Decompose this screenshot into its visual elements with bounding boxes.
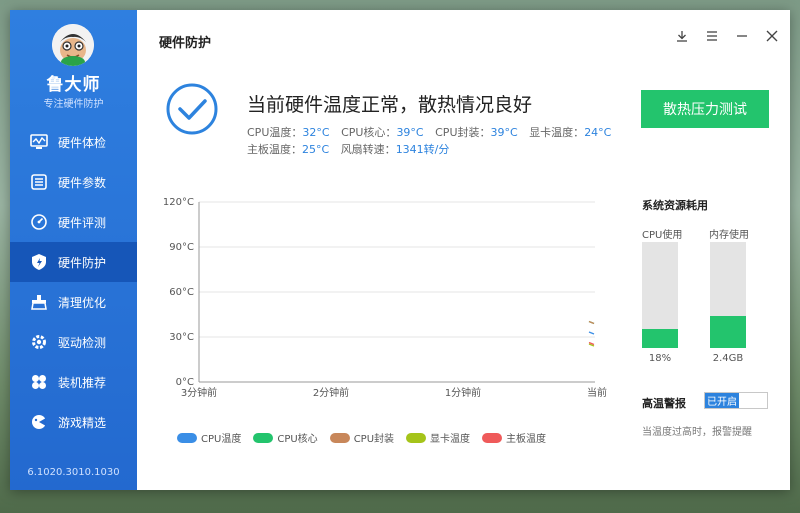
legend-item: 主板温度 (482, 430, 546, 445)
status-headline: 当前硬件温度正常，散热情况良好 (247, 94, 533, 116)
legend-label: CPU温度 (201, 434, 242, 445)
sidebar-item-label: 硬件参数 (58, 175, 107, 190)
monitor-icon (30, 133, 48, 151)
gpu-temp-label: 显卡温度： (529, 126, 585, 139)
app-window: 鲁大师 专注硬件防护 硬件体检 硬件参数 硬件评测 硬件防护 清理优化 驱动检测… (10, 10, 790, 490)
sidebar-item-label: 硬件评测 (58, 215, 107, 230)
sidebar-item-build-recommend[interactable]: 装机推荐 (10, 362, 137, 402)
series-line (588, 331, 595, 335)
speedometer-icon (30, 213, 48, 231)
shield-icon (30, 253, 48, 271)
legend-item: 显卡温度 (406, 430, 470, 445)
cpu-package-label: CPU封装： (435, 126, 491, 139)
sidebar-item-label: 清理优化 (58, 295, 107, 310)
series-line (588, 320, 595, 325)
fan-speed-label: 风扇转速： (340, 143, 396, 156)
broom-icon (30, 293, 48, 311)
mem-usage-fill (710, 316, 746, 348)
stress-test-button[interactable]: 散热压力测试 (641, 90, 769, 128)
cpu-temp-value: 32°C (302, 126, 330, 139)
legend-swatch (177, 432, 197, 443)
legend-label: CPU封装 (353, 434, 395, 445)
cpu-usage-value: 18% (648, 353, 672, 364)
cpu-package-value: 39°C (490, 126, 518, 139)
sidebar-item-games[interactable]: 游戏精选 (10, 402, 137, 442)
menu-icon[interactable] (704, 28, 720, 44)
download-icon[interactable] (674, 28, 690, 44)
status-line-1: CPU温度：32°C CPU核心：39°C CPU封装：39°C 显卡温度：24… (247, 124, 619, 140)
legend-swatch (329, 432, 350, 443)
alarm-toggle[interactable]: 已开启 (704, 392, 768, 409)
legend-label: 主板温度 (506, 434, 547, 445)
list-icon (30, 173, 48, 191)
y-tick-label: 0°C (176, 377, 194, 388)
sidebar: 鲁大师 专注硬件防护 硬件体检 硬件参数 硬件评测 硬件防护 清理优化 驱动检测… (10, 10, 137, 490)
gamepad-icon (30, 413, 48, 431)
y-tick-label: 90°C (169, 242, 194, 253)
sidebar-item-label: 装机推荐 (58, 375, 107, 390)
brand-slogan: 专注硬件防护 (43, 99, 104, 110)
window-controls (674, 28, 780, 44)
legend-item: CPU封装 (329, 430, 395, 445)
cpu-usage-label: CPU使用 (642, 230, 683, 241)
legend-swatch (253, 432, 274, 443)
x-tick-label: 1分钟前 (445, 386, 481, 399)
status-line-2: 主板温度：25°C 风扇转速：1341转/分 (247, 141, 457, 157)
avatar[interactable] (52, 24, 94, 66)
mem-usage-label: 内存使用 (709, 230, 749, 241)
legend-swatch (482, 432, 503, 443)
legend-swatch (406, 432, 427, 443)
cpu-usage-bar (642, 242, 678, 348)
sidebar-nav: 硬件体检 硬件参数 硬件评测 硬件防护 清理优化 驱动检测 装机推荐 游戏精选 (10, 122, 137, 442)
sidebar-item-label: 游戏精选 (58, 415, 107, 430)
cpu-core-label: CPU核心： (341, 126, 397, 139)
fan-speed-value: 1341转/分 (395, 143, 450, 156)
page-title: 硬件防护 (159, 36, 212, 51)
sidebar-item-cleanup[interactable]: 清理优化 (10, 282, 137, 322)
x-tick-label: 当前 (587, 386, 607, 399)
mem-usage-value: 2.4GB (712, 353, 744, 364)
sidebar-item-hardware-benchmark[interactable]: 硬件评测 (10, 202, 137, 242)
sidebar-item-hardware-params[interactable]: 硬件参数 (10, 162, 137, 202)
alarm-note: 当温度过高时，报警提醒 (642, 427, 752, 438)
cpu-core-value: 39°C (396, 126, 424, 139)
resource-title: 系统资源耗用 (642, 199, 708, 212)
brand-name: 鲁大师 (46, 75, 101, 95)
sidebar-item-hardware-protection[interactable]: 硬件防护 (10, 242, 137, 282)
board-temp-value: 25°C (302, 143, 330, 156)
fan-icon (30, 373, 48, 391)
legend-label: CPU核心 (277, 434, 318, 445)
high-temp-alarm-label: 高温警报 (642, 397, 686, 410)
sidebar-item-label: 硬件体检 (58, 135, 107, 150)
temperature-chart: 120°C 90°C 60°C 30°C 0°C 3分钟前 2分钟前 1分钟前 当前 (159, 192, 611, 406)
y-tick-label: 120°C (163, 197, 194, 208)
mem-usage-bar (710, 242, 746, 348)
main-panel: 硬件防护 当前硬件温度正常，散热情况良好 CPU温度：32°C CPU核心：39… (137, 10, 790, 490)
x-tick-label: 3分钟前 (181, 386, 217, 399)
legend-label: 显卡温度 (430, 434, 471, 445)
check-circle-icon (165, 82, 219, 136)
legend-item: CPU温度 (177, 430, 241, 445)
sidebar-item-label: 驱动检测 (58, 335, 107, 350)
alarm-toggle-on-label: 已开启 (705, 393, 739, 408)
cpu-usage-fill (642, 328, 678, 348)
sidebar-item-hardware-check[interactable]: 硬件体检 (10, 122, 137, 162)
y-tick-label: 30°C (169, 332, 194, 343)
gpu-temp-value: 24°C (584, 126, 612, 139)
chart-legend: CPU温度 CPU核心 CPU封装 显卡温度 主板温度 (177, 430, 546, 445)
sidebar-item-driver-check[interactable]: 驱动检测 (10, 322, 137, 362)
sidebar-item-label: 硬件防护 (58, 255, 107, 270)
minimize-icon[interactable] (734, 28, 750, 44)
x-tick-label: 2分钟前 (313, 386, 349, 399)
y-tick-label: 60°C (169, 287, 194, 298)
board-temp-label: 主板温度： (247, 143, 302, 156)
legend-item: CPU核心 (253, 430, 318, 445)
gear-icon (30, 333, 48, 351)
cpu-temp-label: CPU温度： (247, 126, 303, 139)
version-text: 6.1020.3010.1030 (27, 467, 120, 478)
close-icon[interactable] (764, 28, 780, 44)
